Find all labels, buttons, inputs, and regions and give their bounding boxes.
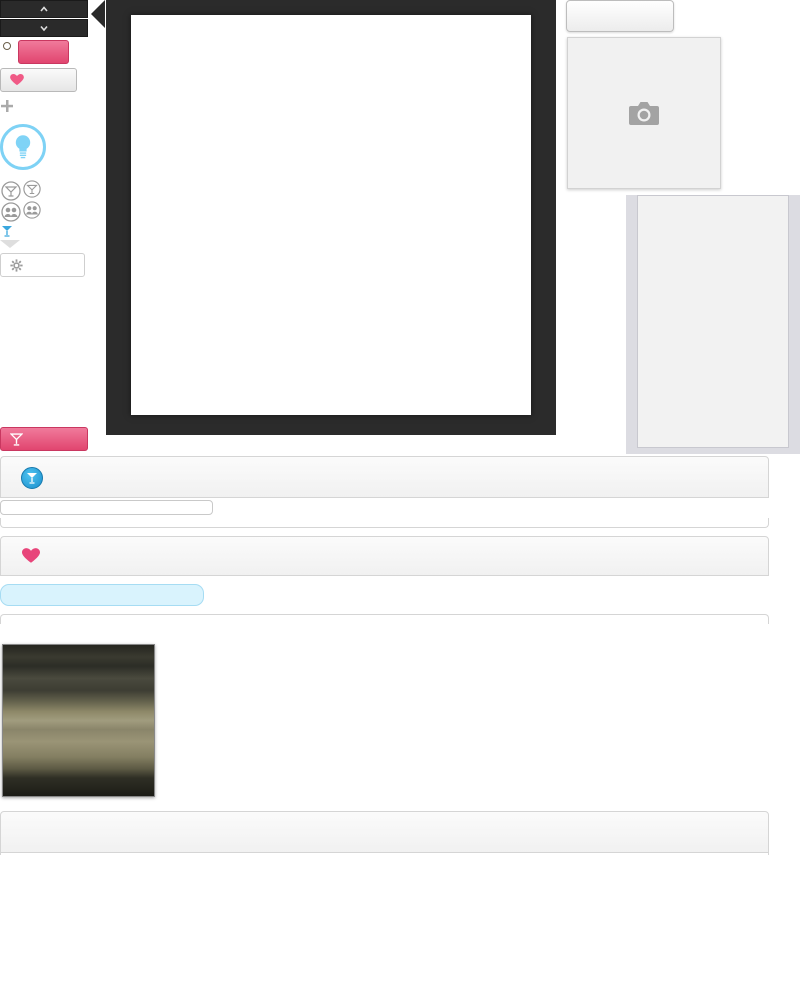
people-icon[interactable]: [1, 202, 21, 222]
heart-icon: [22, 548, 40, 563]
side-panel[interactable]: [637, 195, 789, 448]
cocktail-icon: [10, 433, 23, 446]
top-tab-button[interactable]: [566, 0, 674, 32]
people-icon-small[interactable]: [23, 201, 41, 219]
canvas-frame: [106, 0, 556, 435]
collapse-arrow-icon[interactable]: [91, 0, 105, 28]
photo-upload-area[interactable]: [567, 37, 721, 189]
heart-icon: [10, 74, 24, 86]
settings-button[interactable]: [0, 253, 85, 277]
plus-icon[interactable]: [1, 100, 13, 112]
camera-icon: [629, 102, 659, 125]
lightbulb-icon: [15, 135, 31, 159]
section-header-cocktail[interactable]: [0, 456, 769, 498]
gear-icon: [10, 259, 23, 272]
section-body-edge: [0, 853, 769, 855]
section-header-empty[interactable]: [0, 811, 769, 853]
pink-action-button[interactable]: [18, 40, 69, 64]
cocktail-outline-icon-small[interactable]: [23, 180, 41, 198]
cocktail-badge-icon: [21, 467, 43, 489]
section-footer: [0, 614, 769, 624]
cocktail-outline-icon[interactable]: [1, 181, 21, 201]
cocktail-icon[interactable]: [1, 225, 13, 237]
section-footer: [0, 518, 769, 528]
radio-option[interactable]: [3, 42, 11, 50]
cocktail-icon: [27, 473, 37, 484]
dropdown-triangle-icon[interactable]: [0, 240, 20, 248]
progress-bar-empty: [0, 500, 213, 515]
canvas-area[interactable]: [131, 15, 531, 415]
spinner-down-button[interactable]: [0, 19, 88, 37]
lightbulb-badge[interactable]: [0, 124, 46, 170]
progress-bar-full: [0, 584, 204, 606]
side-panel-background: [626, 195, 800, 454]
spinner-up-button[interactable]: [0, 0, 88, 18]
photo-thumbnail[interactable]: [2, 644, 155, 797]
section-header-favorites[interactable]: [0, 536, 769, 576]
cocktail-pink-button[interactable]: [0, 427, 88, 451]
favorite-button[interactable]: [0, 68, 77, 92]
chevron-up-icon: [40, 6, 48, 12]
chevron-down-icon: [40, 25, 48, 32]
